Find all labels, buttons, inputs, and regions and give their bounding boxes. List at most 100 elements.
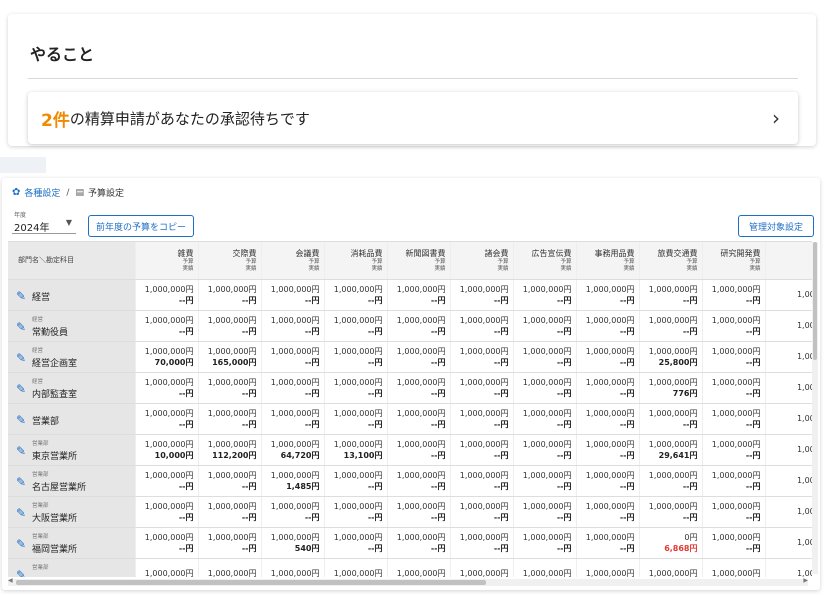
budget-cell[interactable]: 1,000,000円 --円 bbox=[261, 341, 325, 373]
chevron-right-icon[interactable]: › bbox=[772, 106, 780, 130]
budget-cell[interactable]: 1,000,000円 bbox=[639, 558, 703, 577]
budget-cell[interactable]: 1,000,000円 --円 bbox=[198, 372, 262, 404]
budget-cell[interactable]: 1,000,000円 --円 bbox=[387, 527, 451, 559]
budget-cell[interactable]: 1,000,000円 --円 bbox=[324, 496, 388, 528]
scroll-left-icon[interactable]: ◀ bbox=[8, 577, 13, 584]
budget-cell[interactable]: 1,000,000円 --円 bbox=[639, 310, 703, 342]
budget-cell[interactable]: 1,000,000円 --円 bbox=[702, 465, 766, 497]
budget-cell[interactable]: 1,000,000円 bbox=[324, 558, 388, 577]
budget-cell[interactable]: 1,000,000円 --円 bbox=[387, 279, 451, 311]
budget-cell[interactable]: 1,000,000円 --円 bbox=[450, 403, 514, 435]
budget-cell[interactable]: 1,000,000円 --円 bbox=[135, 496, 199, 528]
budget-cell[interactable]: 1,000,000円 --円 bbox=[387, 372, 451, 404]
budget-cell[interactable]: 1,000,000円 --円 bbox=[576, 496, 640, 528]
budget-cell[interactable]: 1,000,000円 --円 bbox=[450, 465, 514, 497]
budget-cell[interactable]: 0円 6,868円 bbox=[639, 527, 703, 559]
budget-cell[interactable]: 1,000,000円 bbox=[387, 558, 451, 577]
budget-cell[interactable]: 1,000,000円 --円 bbox=[450, 310, 514, 342]
budget-cell[interactable]: 1,000,000円 --円 bbox=[576, 341, 640, 373]
budget-cell[interactable]: 1,000,000円 --円 bbox=[576, 279, 640, 311]
budget-cell[interactable]: 1,000,000円 --円 bbox=[576, 434, 640, 466]
budget-cell[interactable]: 1,000,000円 --円 bbox=[450, 434, 514, 466]
budget-cell[interactable]: 1,000,000円 --円 bbox=[198, 465, 262, 497]
pencil-icon[interactable]: ✎ bbox=[16, 537, 26, 551]
budget-cell[interactable]: 1,000,000円 --円 bbox=[450, 496, 514, 528]
budget-cell[interactable]: 1,000,000円 --円 bbox=[639, 496, 703, 528]
budget-cell[interactable]: 1,000,000円 --円 bbox=[135, 465, 199, 497]
manage-targets-button[interactable]: 管理対象設定 bbox=[738, 215, 814, 237]
budget-cell[interactable]: 1,000,000円 --円 bbox=[324, 465, 388, 497]
budget-cell[interactable]: 1,000,000円 --円 bbox=[261, 403, 325, 435]
budget-cell[interactable]: 1,000,000円 --円 bbox=[135, 403, 199, 435]
budget-cell[interactable]: 1,000,000円 --円 bbox=[513, 496, 577, 528]
budget-cell[interactable]: 1,000,000円 64,720円 bbox=[261, 434, 325, 466]
budget-cell[interactable]: 1,000,000円 1,485円 bbox=[261, 465, 325, 497]
budget-cell[interactable]: 1,000,000円 bbox=[702, 558, 766, 577]
budget-cell[interactable]: 1,000,000円 --円 bbox=[198, 279, 262, 311]
budget-cell[interactable]: 1,000,000円 --円 bbox=[513, 341, 577, 373]
budget-cell[interactable]: 1,000,000円 bbox=[513, 558, 577, 577]
budget-cell[interactable]: 1,000,000円 --円 bbox=[450, 341, 514, 373]
pencil-icon[interactable]: ✎ bbox=[16, 382, 26, 396]
budget-cell[interactable]: 1,000,000円 --円 bbox=[639, 465, 703, 497]
vertical-scrollbar-thumb[interactable] bbox=[813, 242, 817, 360]
budget-cell[interactable]: 1,000,000円 112,200円 bbox=[198, 434, 262, 466]
budget-cell[interactable]: 1,000,000円 --円 bbox=[324, 341, 388, 373]
budget-cell[interactable]: 1,000,0 bbox=[765, 279, 812, 311]
budget-cell[interactable]: 1,000,000円 --円 bbox=[387, 310, 451, 342]
budget-cell[interactable]: 1,000,000円 --円 bbox=[135, 527, 199, 559]
budget-cell[interactable]: 1,000,000円 25,800円 bbox=[639, 341, 703, 373]
budget-cell[interactable]: 1,000,000円 --円 bbox=[702, 341, 766, 373]
budget-cell[interactable]: 1,000,000円 --円 bbox=[576, 372, 640, 404]
budget-cell[interactable]: 1,000,000円 --円 bbox=[513, 279, 577, 311]
copy-previous-year-button[interactable]: 前年度の予算をコピー bbox=[88, 215, 194, 237]
budget-cell[interactable]: 1,000,000円 776円 bbox=[639, 372, 703, 404]
pencil-icon[interactable]: ✎ bbox=[16, 289, 26, 303]
budget-cell[interactable]: 1,000,000円 70,000円 bbox=[135, 341, 199, 373]
pencil-icon[interactable]: ✎ bbox=[16, 444, 26, 458]
budget-cell[interactable]: 1,000,0 bbox=[765, 434, 812, 466]
scroll-right-icon[interactable]: ▶ bbox=[803, 577, 808, 584]
budget-cell[interactable]: 1,000,000円 --円 bbox=[324, 310, 388, 342]
budget-cell[interactable]: 1,000,000円 --円 bbox=[702, 279, 766, 311]
pending-approval-item[interactable]: 2件 の精算申請があなたの承認待ちです › bbox=[28, 92, 798, 144]
budget-cell[interactable]: 1,000,000円 --円 bbox=[576, 527, 640, 559]
budget-cell[interactable]: 1,000,000円 --円 bbox=[702, 434, 766, 466]
budget-cell[interactable]: 1,000,000円 --円 bbox=[198, 527, 262, 559]
pencil-icon[interactable]: ✎ bbox=[16, 413, 26, 427]
budget-cell[interactable]: 1,000,000円 --円 bbox=[324, 527, 388, 559]
budget-cell[interactable]: 1,000,000円 --円 bbox=[387, 434, 451, 466]
budget-cell[interactable]: 1,000,000円 --円 bbox=[324, 403, 388, 435]
horizontal-scrollbar[interactable]: ◀ ▶ bbox=[8, 577, 808, 586]
pencil-icon[interactable]: ✎ bbox=[16, 351, 26, 365]
budget-cell[interactable]: 1,000,000円 --円 bbox=[324, 372, 388, 404]
budget-cell[interactable]: 1,000,000円 --円 bbox=[576, 465, 640, 497]
budget-cell[interactable]: 1,000,000円 bbox=[261, 558, 325, 577]
budget-cell[interactable]: 1,000,000円 --円 bbox=[135, 372, 199, 404]
budget-cell[interactable]: 1,000,000円 bbox=[450, 558, 514, 577]
budget-table-container[interactable]: 部門名＼勘定科目 雑費 予算 実績 交際費 予算 実績 会議費 予算 実績 消耗品費 予算 実績 新聞図… bbox=[8, 241, 812, 577]
budget-cell[interactable]: 1,000,000円 --円 bbox=[513, 403, 577, 435]
vertical-scrollbar[interactable] bbox=[812, 242, 818, 574]
budget-cell[interactable]: 1,000,000円 --円 bbox=[702, 496, 766, 528]
budget-cell[interactable]: 1,000,0 bbox=[765, 341, 812, 373]
budget-cell[interactable]: 1,000,000円 --円 bbox=[576, 403, 640, 435]
budget-cell[interactable]: 1,000,000円 --円 bbox=[702, 372, 766, 404]
budget-cell[interactable]: 1,000,0 bbox=[765, 465, 812, 497]
budget-cell[interactable]: 1,000,000円 29,641円 bbox=[639, 434, 703, 466]
budget-cell[interactable]: 1,000,000円 --円 bbox=[702, 403, 766, 435]
budget-cell[interactable]: 1,000,0 bbox=[765, 496, 812, 528]
budget-cell[interactable]: 1,000,000円 --円 bbox=[639, 279, 703, 311]
pencil-icon[interactable]: ✎ bbox=[16, 506, 26, 520]
year-select[interactable]: 年度 2024年 ▼ bbox=[12, 210, 76, 234]
budget-cell[interactable]: 1,000,000円 --円 bbox=[702, 527, 766, 559]
budget-cell[interactable]: 1,000,000円 10,000円 bbox=[135, 434, 199, 466]
budget-cell[interactable]: 1,000,0 bbox=[765, 403, 812, 435]
budget-cell[interactable]: 1,000,000円 --円 bbox=[450, 372, 514, 404]
budget-cell[interactable]: 1,000,000円 --円 bbox=[135, 310, 199, 342]
budget-cell[interactable]: 1,000,000円 --円 bbox=[450, 527, 514, 559]
budget-cell[interactable]: 1,000,000円 --円 bbox=[198, 496, 262, 528]
breadcrumb-settings-link[interactable]: 各種設定 bbox=[24, 186, 60, 199]
budget-cell[interactable]: 1,000,000円 --円 bbox=[261, 279, 325, 311]
budget-cell[interactable]: 1,000,000円 --円 bbox=[513, 434, 577, 466]
